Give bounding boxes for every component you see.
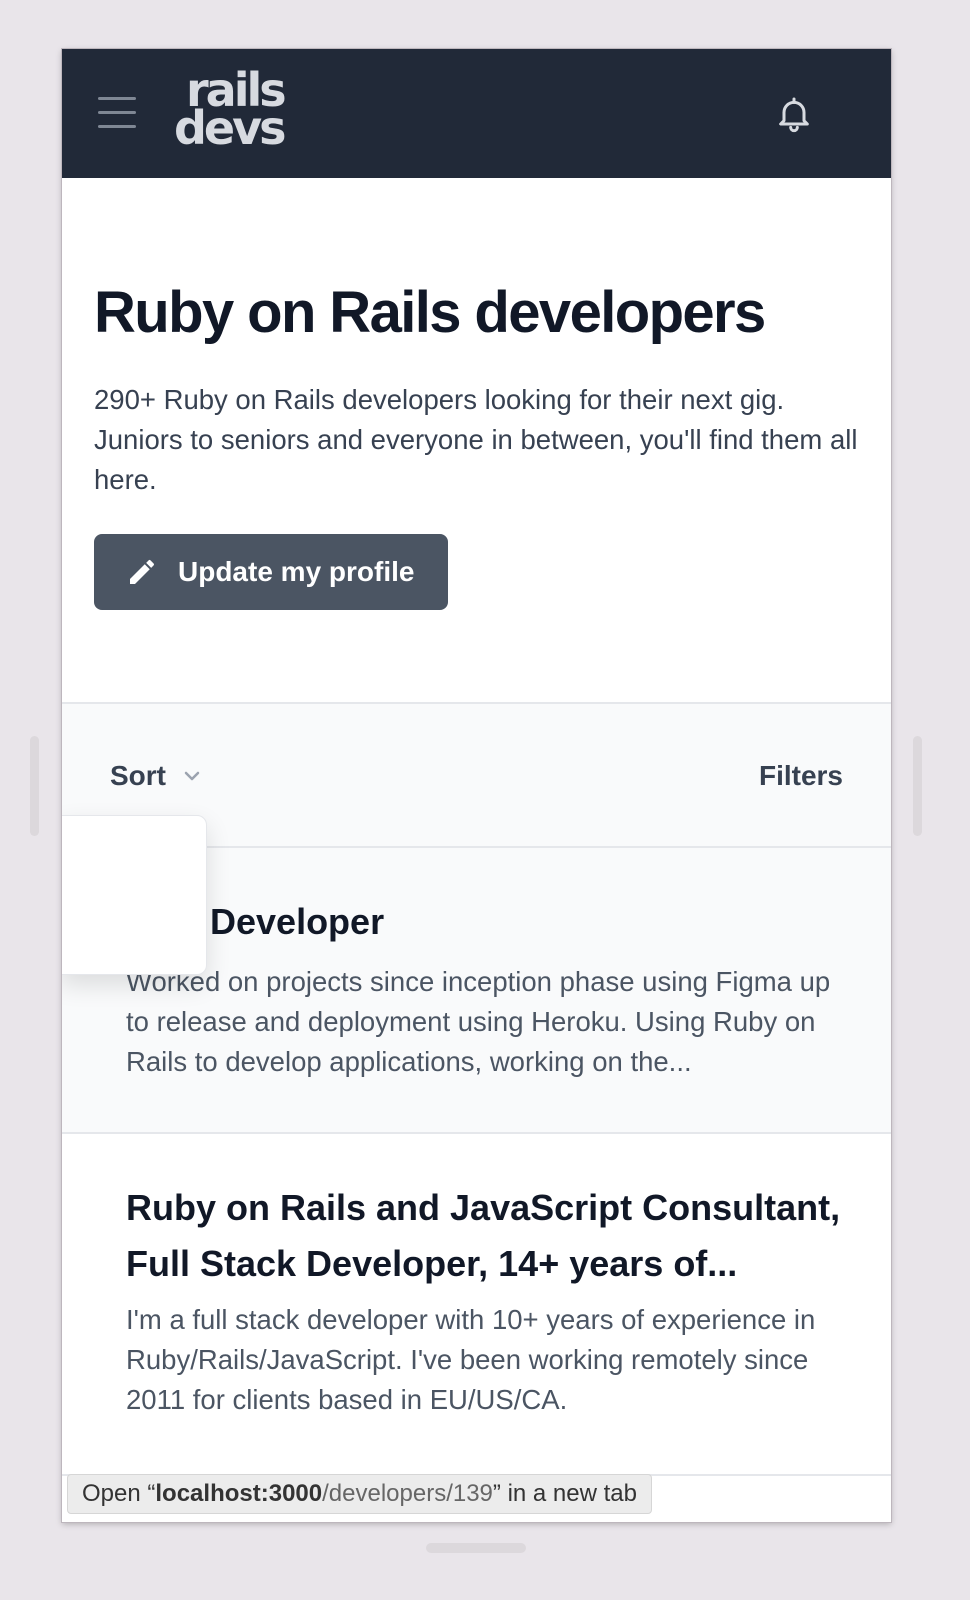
update-profile-label: Update my profile [178, 556, 415, 587]
page-description: 290+ Ruby on Rails developers looking fo… [94, 384, 858, 495]
pencil-icon [130, 559, 155, 584]
window-resize-handle-left[interactable] [30, 736, 39, 836]
sort-dropdown[interactable]: Sort [110, 760, 204, 792]
chevron-down-icon [184, 771, 200, 781]
developer-description: I'm a full stack developer with 10+ year… [126, 1304, 816, 1415]
developer-card[interactable]: Ruby on Rails and JavaScript Consultant,… [62, 1136, 891, 1476]
railsdevs-logo[interactable]: rails devs [174, 67, 294, 155]
sort-label: Sort [110, 760, 166, 791]
top-navbar: rails devs [62, 49, 891, 178]
bell-icon[interactable] [774, 93, 814, 135]
hamburger-icon[interactable] [98, 97, 136, 129]
mobile-viewport: rails devs Ruby on Rails developers 290+… [62, 49, 891, 1522]
window-resize-handle-right[interactable] [913, 736, 922, 836]
page-title: Ruby on Rails developers [94, 280, 766, 345]
sort-popover-menu[interactable] [62, 815, 207, 975]
developer-title: Ruby on Rails and JavaScript Consultant,… [126, 1187, 841, 1284]
window-resize-handle-bottom[interactable] [426, 1543, 526, 1553]
update-profile-button[interactable]: Update my profile [94, 534, 448, 610]
developer-title: Developer [210, 901, 385, 942]
link-status-bar: Open “localhost:3000/developers/139” in … [67, 1474, 652, 1514]
developer-description: Worked on projects since inception phase… [126, 966, 831, 1077]
hero-section: Ruby on Rails developers 290+ Ruby on Ra… [62, 280, 891, 610]
filters-button[interactable]: Filters [759, 760, 843, 792]
